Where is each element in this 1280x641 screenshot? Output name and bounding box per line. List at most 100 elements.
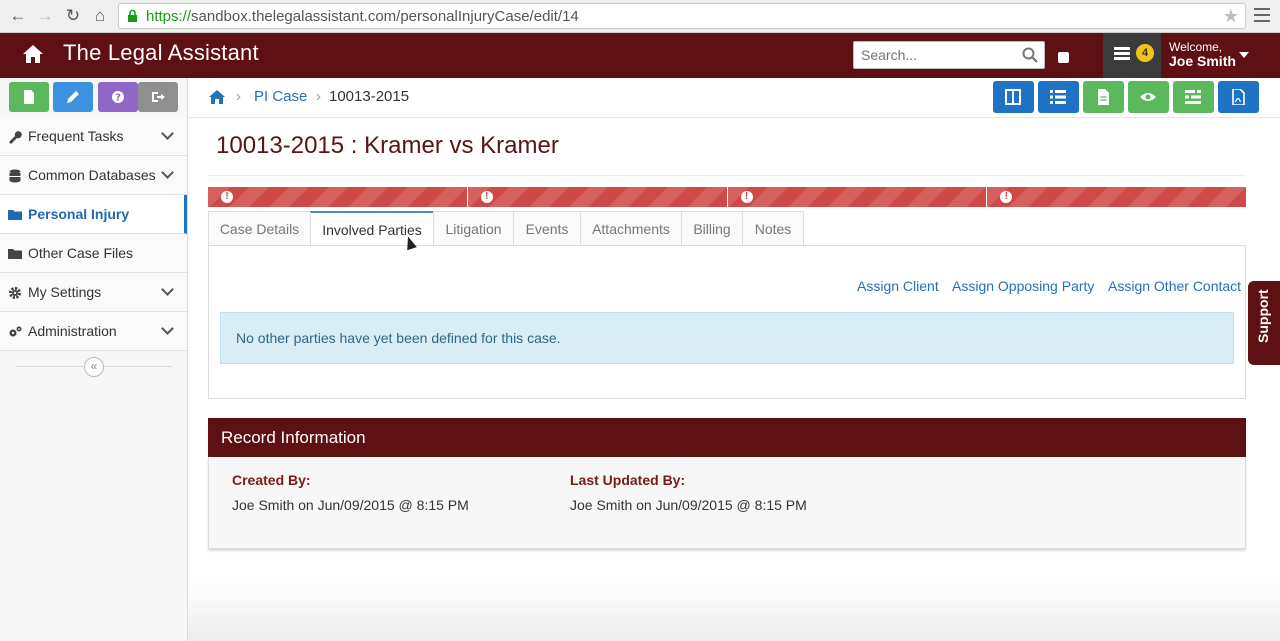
split-view-button[interactable] [993,81,1034,113]
breadcrumb-current: 10013-2015 [329,88,410,105]
server-icon [1114,47,1130,62]
wrench-icon [9,131,22,144]
breadcrumb-pi-case[interactable]: PI Case [254,88,307,105]
pdf-button[interactable] [1218,81,1259,113]
empty-parties-alert: No other parties have yet been defined f… [220,312,1234,364]
assign-client-link[interactable]: Assign Client [857,278,939,294]
forward-arrow-icon[interactable]: → [35,6,55,26]
browser-menu-icon[interactable] [1254,8,1270,26]
sidebar-item-frequent-tasks[interactable]: Frequent Tasks [0,117,187,156]
tab-litigation[interactable]: Litigation [433,211,514,245]
new-document-button[interactable] [9,82,49,112]
lock-icon [128,9,137,22]
gear-icon [9,287,21,299]
settings-stack-button[interactable] [1173,81,1214,113]
progress-segment[interactable]: ! [208,187,467,207]
sidebar-item-my-settings[interactable]: My Settings [0,273,187,312]
status-progress-bar: ! ! ! ! [208,187,1246,207]
assign-opposing-party-link[interactable]: Assign Opposing Party [952,278,1094,294]
sidebar-item-label: Administration [28,323,117,339]
last-updated-value: Joe Smith on Jun/09/2015 @ 8:15 PM [570,497,807,513]
tab-attachments[interactable]: Attachments [580,211,682,245]
pdf-icon [1232,89,1245,105]
edit-button[interactable] [53,82,93,112]
list-view-button[interactable] [1038,81,1079,113]
notifications-button[interactable]: 4 [1103,33,1161,78]
sidebar-item-personal-injury[interactable]: Personal Injury [0,195,187,234]
sidebar-item-administration[interactable]: Administration [0,312,187,351]
preview-button[interactable] [1128,81,1169,113]
warning-icon: ! [740,191,753,203]
sidebar-item-other-case-files[interactable]: Other Case Files [0,234,187,273]
welcome-label: Welcome, [1169,40,1223,54]
footer-fade [188,578,1280,641]
warning-icon: ! [480,191,493,203]
tab-involved-parties[interactable]: Involved Parties [310,211,434,246]
record-information-heading: Record Information [208,418,1246,457]
home-icon[interactable] [22,43,44,65]
tab-events[interactable]: Events [513,211,581,245]
sidebar-item-label: Personal Injury [28,206,130,222]
address-bar[interactable]: https://sandbox.thelegalassistant.com/pe… [118,3,1246,29]
folder-icon [8,249,22,259]
sidebar-item-label: Other Case Files [28,245,134,261]
collapse-sidebar-button[interactable]: « [84,357,104,377]
sidebar-item-label: Frequent Tasks [28,128,124,144]
sidebar-item-label: My Settings [28,284,102,300]
document-icon [1098,89,1109,105]
svg-text:?: ? [115,93,121,104]
question-icon: ? [112,91,124,104]
chevron-down-icon [161,283,174,296]
progress-segment[interactable]: ! [467,187,727,207]
help-button[interactable]: ? [98,82,138,112]
bookmark-star-icon[interactable]: ★ [1223,6,1239,27]
user-menu[interactable]: Welcome, Joe Smith [1161,33,1267,78]
browser-home-icon[interactable]: ⌂ [90,6,110,26]
document-button[interactable] [1083,81,1124,113]
database-icon [9,169,21,183]
columns-icon [1005,89,1021,105]
last-updated-label: Last Updated By: [570,472,686,488]
search-icon[interactable] [1022,47,1038,63]
breadcrumb-separator: › [316,88,321,105]
sidebar-item-label: Common Databases [28,167,156,183]
app-header: The Legal Assistant 4 Welcome, Joe Smith [0,33,1280,78]
logout-icon [152,92,165,102]
list-icon [1050,90,1066,104]
logout-button[interactable] [138,82,178,112]
progress-segment[interactable]: ! [987,187,1246,207]
sidebar: ? Frequent Tasks Common Databases Person… [0,78,188,641]
progress-segment[interactable]: ! [727,187,987,207]
user-name: Joe Smith [1169,53,1236,69]
support-tab[interactable]: Support [1248,281,1280,365]
document-icon [24,90,34,104]
reload-icon[interactable]: ↻ [63,6,83,26]
breadcrumb-separator: › [236,88,241,105]
warning-icon: ! [221,191,233,203]
created-by-label: Created By: [232,472,311,488]
created-by-value: Joe Smith on Jun/09/2015 @ 8:15 PM [232,497,469,513]
eye-icon [1140,93,1156,101]
chevron-down-icon [161,166,174,179]
url-text: https://sandbox.thelegalassistant.com/pe… [146,8,579,25]
page-title: 10013-2015 : Kramer vs Kramer [216,132,559,159]
search-box[interactable] [853,41,1045,69]
brand-title[interactable]: The Legal Assistant [63,40,259,66]
chevron-down-icon [161,127,174,140]
folder-icon [8,210,22,220]
support-label: Support [1255,289,1271,343]
sidebar-item-common-databases[interactable]: Common Databases [0,156,187,195]
sliders-icon [1185,90,1201,104]
square-icon[interactable] [1058,52,1069,63]
pencil-icon [67,91,79,103]
divider [208,175,1246,176]
tab-notes[interactable]: Notes [742,211,804,245]
browser-chrome: ← → ↻ ⌂ https://sandbox.thelegalassistan… [0,0,1280,33]
tab-case-details[interactable]: Case Details [208,211,311,245]
assign-other-contact-link[interactable]: Assign Other Contact [1108,278,1241,294]
home-icon[interactable] [208,89,226,105]
search-input[interactable] [854,42,1014,68]
warning-icon: ! [1000,191,1013,203]
tab-billing[interactable]: Billing [681,211,743,245]
back-arrow-icon[interactable]: ← [8,6,28,26]
